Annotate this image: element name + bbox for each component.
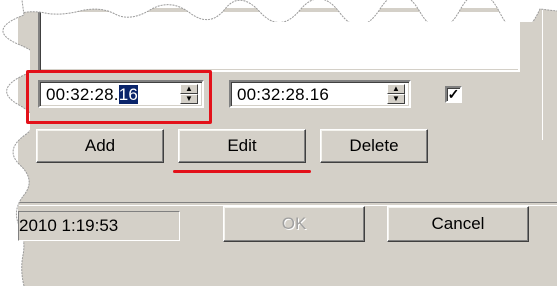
delete-button[interactable]: Delete	[320, 129, 428, 163]
ok-button[interactable]: OK	[223, 206, 365, 242]
timestamp-field: 2010 1:19:53	[18, 211, 180, 241]
enabled-checkbox[interactable]: ✓	[445, 86, 462, 103]
end-time-up-arrow-icon[interactable]: ▲	[387, 84, 405, 94]
cancel-button[interactable]: Cancel	[387, 206, 529, 242]
add-button[interactable]: Add	[36, 129, 164, 163]
edit-underline-annotation	[173, 170, 311, 173]
screenshot-canvas: 00:32:28.16 ▲ ▼ 00:32:28.16 ▲ ▼ ✓ Add Ed…	[0, 0, 557, 286]
end-time-text: 00:32:28.16	[237, 85, 330, 104]
end-time-spinner[interactable]: 00:32:28.16 ▲ ▼	[229, 80, 411, 108]
edit-button[interactable]: Edit	[178, 129, 306, 163]
torn-edge-top	[17, 0, 557, 22]
vertical-scrollbar[interactable]	[542, 8, 557, 140]
torn-edge-left	[0, 0, 30, 286]
highlight-rectangle	[26, 70, 212, 124]
end-time-down-arrow-icon[interactable]: ▼	[387, 94, 405, 104]
end-time-arrows: ▲ ▼	[387, 84, 407, 104]
